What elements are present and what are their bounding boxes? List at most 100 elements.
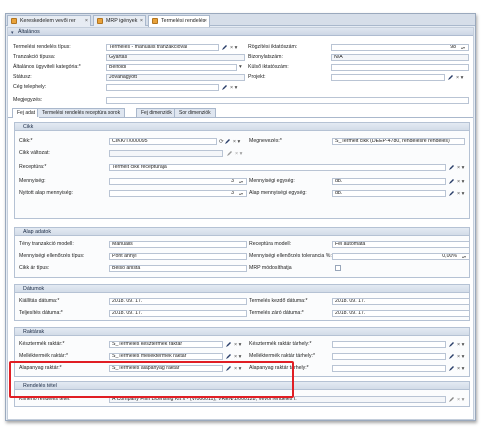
tab-label: Termelési rendelés	[161, 18, 206, 24]
close-icon[interactable]: ×	[204, 16, 207, 26]
finished-bin-label: Késztermék raktár tárhely:*	[249, 341, 312, 347]
document-number-label: Bizonylatszám:	[248, 54, 283, 60]
field-controls[interactable]: ⟳ × ▾	[219, 138, 240, 145]
group-title: Cikk	[23, 124, 34, 130]
mrp-modify-checkbox[interactable]	[335, 265, 341, 271]
record-number-field[interactable]: 98 ▴▾	[331, 44, 469, 51]
field-controls[interactable]: × ▾	[449, 365, 464, 372]
close-icon[interactable]: ×	[85, 16, 88, 26]
field-controls[interactable]: × ▾	[449, 396, 464, 403]
field-controls[interactable]: × ▾	[449, 353, 464, 360]
site-field[interactable]	[106, 84, 219, 91]
name-field[interactable]: S_Termelt cikk (DEEP-4780, rendelésre re…	[332, 138, 465, 145]
finished-warehouse-field[interactable]: S_Termelés késztermék raktár	[109, 341, 223, 348]
document-tab-bar: Kereskedelem vevői rer × MRP igények × Ter…	[6, 14, 475, 27]
pencil-icon	[449, 366, 454, 371]
issue-date-field[interactable]: 2018. 09. 17.	[109, 298, 247, 305]
section-title: Általános	[18, 29, 40, 35]
field-controls[interactable]: × ▾	[449, 341, 464, 348]
pencil-icon	[224, 139, 230, 144]
field-controls[interactable]: × ▾	[449, 190, 464, 197]
recipe-field[interactable]: Termelt cikk receptúrája	[109, 164, 446, 171]
pencil-icon	[449, 354, 454, 359]
remark-field[interactable]	[106, 97, 469, 104]
project-label: Projekt:	[248, 74, 266, 80]
item-field[interactable]: CIKK/T/000095	[109, 138, 217, 145]
warehouses-header: Raktárak	[15, 328, 469, 336]
external-number-field[interactable]	[331, 64, 469, 71]
external-number-label: Külső iktatószám:	[248, 64, 289, 70]
general-section-header[interactable]: ▾ Általános	[8, 28, 473, 36]
production-order-window: Kereskedelem vevői rer × MRP igények × Ter…	[5, 13, 476, 421]
tab-production-order[interactable]: Termelési rendelés ×	[148, 15, 210, 27]
tab-line-dimensions[interactable]: Sor dimenziók	[174, 108, 216, 117]
start-date-field[interactable]: 2018. 09. 17.	[332, 298, 470, 305]
record-number-label: Rögzítési iktatószám:	[248, 44, 298, 50]
field-controls[interactable]: × ▾	[226, 353, 241, 360]
tolerance-field[interactable]: 0,00% ▴▾	[332, 253, 470, 260]
variant-field[interactable]	[109, 150, 223, 157]
material-bin-field[interactable]	[332, 365, 446, 372]
document-number-field: N/A	[331, 54, 469, 61]
byproduct-warehouse-field[interactable]: S_Termelés melléktermék raktár	[109, 353, 223, 360]
quantity-field[interactable]: 3 ▴▾	[109, 178, 247, 185]
tab-header-dimensions[interactable]: Fej dimenziók	[136, 108, 177, 117]
dropdown-icon[interactable]: ▾	[239, 64, 242, 71]
field-controls[interactable]: × ▾	[449, 164, 464, 171]
tab-sales-order[interactable]: Kereskedelem vevői rer ×	[7, 15, 91, 26]
field-controls[interactable]: × ▾	[227, 150, 242, 157]
end-date-field[interactable]: 2018. 09. 17.	[332, 310, 470, 317]
close-icon[interactable]: ×	[140, 16, 143, 26]
quantity-check-select[interactable]: Pont annyi	[109, 253, 247, 260]
item-label: Cikk:*	[19, 138, 33, 144]
item-group-header: Cikk	[15, 123, 469, 131]
open-quantity-field[interactable]: 3 ▴▾	[109, 190, 247, 197]
recipe-model-select[interactable]: Fél automata	[332, 241, 470, 248]
price-type-label: Cikk ár típus:	[19, 265, 50, 271]
pencil-icon	[222, 85, 227, 90]
spinner-icon[interactable]: ▴▾	[237, 179, 245, 184]
field-controls[interactable]: × ▾	[222, 84, 237, 91]
group-title: Raktárak	[23, 329, 45, 335]
pencil-icon	[449, 179, 454, 184]
unit-label: Mennyiségi egység:	[249, 178, 295, 184]
start-date-label: Termelés kezdő dátuma:*	[249, 298, 308, 304]
dates-header: Dátumok	[15, 285, 469, 293]
price-type-select[interactable]: Belső árlista	[109, 265, 247, 272]
group-title: Dátumok	[23, 286, 45, 292]
pencil-icon	[449, 397, 454, 402]
pencil-icon	[227, 151, 232, 156]
transaction-model-select[interactable]: Manuális	[109, 241, 247, 248]
spinner-icon[interactable]: ▴▾	[460, 254, 468, 259]
spinner-icon[interactable]: ▴▾	[237, 191, 245, 196]
basic-data-header: Alap adatok	[15, 228, 469, 236]
order-type-field[interactable]: Termelés - manuális tranzakcióval	[106, 44, 219, 51]
fulfillment-date-field[interactable]: 2018. 09. 17.	[109, 310, 247, 317]
unit-field[interactable]: db.	[332, 178, 446, 185]
recipe-label: Receptúra:*	[19, 164, 47, 170]
dates-group: Dátumok Kiállítás dátuma:* 2018. 09. 17.…	[14, 284, 470, 321]
spinner-icon[interactable]: ▴▾	[459, 45, 467, 50]
tab-header-data[interactable]: Fej adat	[12, 108, 41, 118]
field-controls[interactable]: × ▾	[448, 74, 463, 81]
collapse-icon[interactable]: ▾	[11, 29, 14, 37]
document-icon	[152, 18, 158, 24]
tab-label: MRP igények	[106, 18, 138, 24]
field-controls[interactable]: × ▾	[222, 44, 237, 51]
base-unit-field[interactable]: db.	[332, 190, 446, 197]
tab-recipe-lines[interactable]: Termelési rendelés receptúra sorok	[37, 108, 126, 117]
group-title: Alap adatok	[23, 229, 51, 235]
status-label: Státusz:	[13, 74, 32, 80]
tolerance-label: Mennyiségi ellenőrzés tolerancia %:	[249, 253, 332, 259]
pencil-icon	[449, 191, 454, 196]
transaction-model-label: Tény tranzakció modell:	[19, 241, 74, 247]
field-controls[interactable]: × ▾	[449, 178, 464, 185]
field-controls[interactable]: × ▾	[226, 341, 241, 348]
project-field[interactable]	[331, 74, 445, 81]
finished-bin-field[interactable]	[332, 341, 446, 348]
tab-mrp[interactable]: MRP igények ×	[93, 15, 146, 26]
category-select[interactable]: Belföldi	[106, 64, 237, 71]
name-label: Megnevezés:*	[249, 138, 282, 144]
byproduct-bin-field[interactable]	[332, 353, 446, 360]
byproduct-bin-label: Melléktermék raktár tárhely:*	[249, 353, 316, 359]
